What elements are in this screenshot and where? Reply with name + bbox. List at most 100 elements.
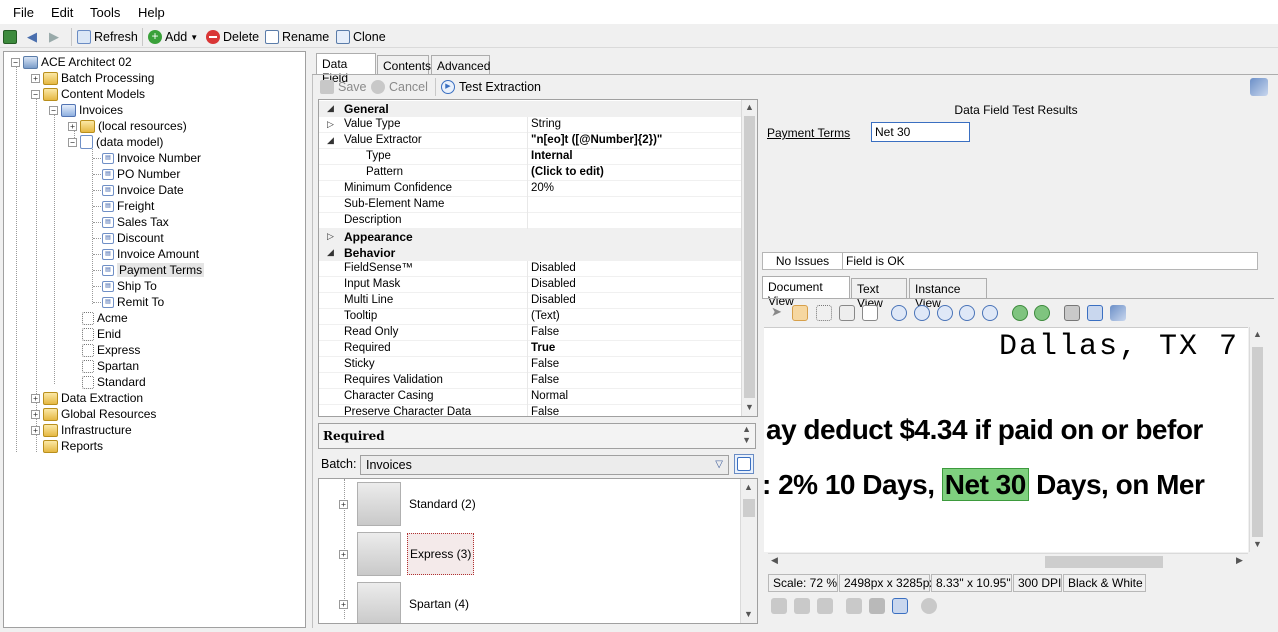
scroll-thumb[interactable] — [743, 499, 755, 517]
rotate-left-icon[interactable] — [1012, 305, 1028, 321]
result-field-value[interactable]: Net 30 — [871, 122, 970, 142]
property-row[interactable]: Description — [319, 213, 741, 229]
property-value[interactable]: False — [531, 326, 559, 338]
zoom-width-icon[interactable] — [982, 305, 998, 321]
collapse-caret-icon[interactable]: ◢ — [327, 103, 334, 114]
property-row[interactable]: Character Casing Normal — [319, 389, 741, 405]
description-scroll-icon[interactable]: ▲ ▼ — [742, 424, 751, 446]
tree-node-reports[interactable]: Reports — [43, 438, 103, 454]
property-row[interactable]: Type Internal — [319, 149, 741, 165]
delete-button[interactable]: Delete — [206, 28, 259, 46]
tree-node-local-resources[interactable]: + (local resources) — [68, 118, 187, 134]
property-value[interactable]: True — [531, 342, 555, 354]
property-value[interactable]: False — [531, 406, 559, 416]
property-row[interactable]: ◢ Value Extractor "n[eo]t ([@Number]{2})" — [319, 133, 741, 149]
add-button[interactable]: + Add ▼ — [148, 28, 198, 46]
collapse-toggle[interactable]: − — [11, 57, 20, 67]
scroll-down-icon[interactable]: ▼ — [744, 609, 753, 619]
tree-node-field[interactable]: ▤ Invoice Date — [102, 182, 184, 198]
rename-button[interactable]: Rename — [265, 28, 329, 46]
expand-caret-icon[interactable]: ▷ — [327, 231, 334, 242]
property-value[interactable]: False — [531, 374, 559, 386]
tree-node-variant[interactable]: Spartan — [82, 358, 139, 374]
tree-node-variant[interactable]: Express — [82, 342, 140, 358]
tree-node-infrastructure[interactable]: + Infrastructure — [31, 422, 132, 438]
undo-icon[interactable] — [921, 598, 937, 614]
batch-open-button[interactable] — [734, 454, 754, 474]
expand-toggle[interactable]: + — [339, 599, 348, 609]
tab-document-view[interactable]: Document View — [762, 276, 850, 308]
property-value[interactable]: Internal — [531, 150, 573, 162]
scroll-thumb[interactable] — [1045, 556, 1163, 568]
menu-tools[interactable]: Tools — [90, 5, 120, 20]
refresh-button[interactable]: Refresh — [77, 28, 138, 46]
batch-scrollbar[interactable]: ▲ ▼ — [740, 479, 757, 623]
property-row[interactable]: Preserve Character Data False — [319, 405, 741, 416]
collapse-caret-icon[interactable]: ◢ — [327, 135, 334, 146]
tree-node-field[interactable]: ▤ Invoice Amount — [102, 246, 199, 262]
property-category[interactable]: ◢ Behavior — [319, 245, 741, 261]
tree-root[interactable]: − ACE Architect 02 — [11, 54, 132, 70]
tab-advanced[interactable]: Advanced — [431, 55, 490, 75]
expand-toggle[interactable]: + — [68, 121, 77, 131]
tab-contents[interactable]: Contents — [377, 55, 431, 75]
crop-icon[interactable] — [869, 598, 885, 614]
tree-node-field[interactable]: ▤ Remit To — [102, 294, 164, 310]
zoom-page-icon[interactable] — [862, 305, 878, 321]
property-row[interactable]: Minimum Confidence 20% — [319, 181, 741, 197]
expand-toggle[interactable]: + — [31, 409, 40, 419]
pan-hand-icon[interactable] — [792, 305, 808, 321]
print-icon[interactable] — [1064, 305, 1080, 321]
property-row[interactable]: Sticky False — [319, 357, 741, 373]
tree-node-field[interactable]: ▤ Ship To — [102, 278, 157, 294]
expand-toggle[interactable]: + — [31, 393, 40, 403]
scroll-up-icon[interactable]: ▲ — [744, 482, 753, 492]
image-tool-icon[interactable] — [846, 598, 862, 614]
scroll-up-icon[interactable]: ▲ — [745, 102, 754, 112]
tree-node-content-models[interactable]: − Content Models — [31, 86, 145, 102]
property-row[interactable]: Pattern (Click to edit) — [319, 165, 741, 181]
scroll-right-icon[interactable]: ▶ — [1236, 555, 1243, 566]
property-row[interactable]: Input Mask Disabled — [319, 277, 741, 293]
tree-node-data-model[interactable]: − (data model) — [68, 134, 163, 150]
zoom-in-icon[interactable] — [891, 305, 907, 321]
collapse-toggle[interactable]: − — [31, 89, 40, 99]
property-row[interactable]: Multi Line Disabled — [319, 293, 741, 309]
image-tool-icon[interactable] — [771, 598, 787, 614]
rotate-right-icon[interactable] — [1034, 305, 1050, 321]
zoom-fit-icon[interactable] — [959, 305, 975, 321]
property-row[interactable]: Tooltip (Text) — [319, 309, 741, 325]
image-settings-icon[interactable] — [1110, 305, 1126, 321]
collapse-toggle[interactable]: − — [68, 137, 77, 147]
test-extraction-button[interactable]: ▶ Test Extraction — [441, 78, 541, 96]
menu-help[interactable]: Help — [138, 5, 165, 20]
property-value[interactable]: 20% — [531, 182, 554, 194]
property-row[interactable]: Read Only False — [319, 325, 741, 341]
property-row[interactable]: FieldSense™ Disabled — [319, 261, 741, 277]
property-value[interactable]: "n[eo]t ([@Number]{2})" — [531, 134, 662, 146]
property-row[interactable]: Required True — [319, 341, 741, 357]
tab-data-field[interactable]: Data Field — [316, 53, 376, 85]
collapse-caret-icon[interactable]: ◢ — [327, 247, 334, 258]
home-button[interactable] — [3, 28, 17, 46]
back-button[interactable]: ◀ — [27, 28, 37, 46]
batch-select[interactable]: Invoices ▽ — [360, 455, 729, 475]
zoom-area-icon[interactable] — [839, 305, 855, 321]
document-vertical-scrollbar[interactable]: ▲ ▼ — [1249, 327, 1265, 552]
pointer-tool-icon[interactable]: ➤ — [771, 304, 782, 320]
property-category[interactable]: ◢ General — [319, 101, 741, 117]
tree-node-field[interactable]: ▤ Invoice Number — [102, 150, 201, 166]
property-value[interactable]: (Click to edit) — [531, 166, 604, 178]
scroll-thumb[interactable] — [1252, 347, 1263, 537]
document-horizontal-scrollbar[interactable]: ◀ ▶ — [768, 553, 1248, 569]
extracted-value-highlight[interactable]: Net 30 — [941, 468, 1029, 501]
property-value[interactable]: Normal — [531, 390, 568, 402]
tree-node-field[interactable]: ▤ PO Number — [102, 166, 180, 182]
tree-node-variant[interactable]: Acme — [82, 310, 128, 326]
zoom-out-icon[interactable] — [914, 305, 930, 321]
scroll-thumb[interactable] — [744, 116, 755, 398]
reprocess-icon[interactable] — [892, 598, 908, 614]
scroll-left-icon[interactable]: ◀ — [771, 555, 778, 566]
tree-node-variant[interactable]: Standard — [82, 374, 146, 390]
menu-edit[interactable]: Edit — [51, 5, 73, 20]
